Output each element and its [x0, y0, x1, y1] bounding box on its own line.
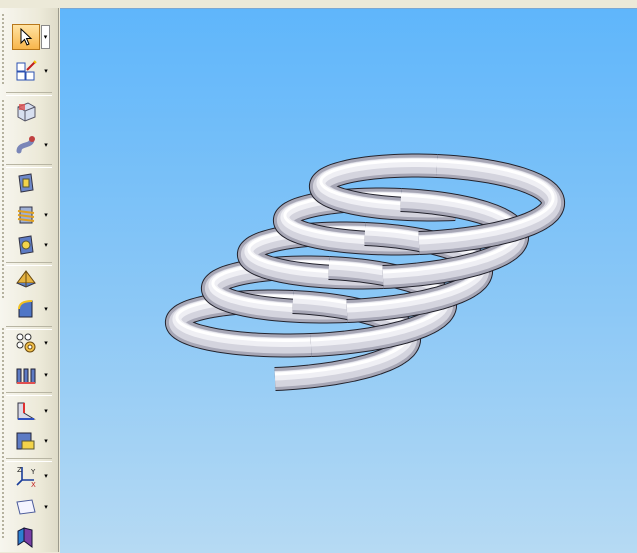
toolbar-separator	[6, 92, 52, 96]
sketch-icon[interactable]	[12, 58, 40, 84]
chevron-down-icon[interactable]: ▾	[42, 66, 50, 76]
chevron-down-icon[interactable]: ▾	[41, 25, 50, 49]
chevron-down-icon[interactable]: ▾	[42, 471, 50, 481]
shell-icon[interactable]	[12, 266, 40, 292]
pattern-icon[interactable]	[12, 330, 40, 356]
sweep-tool-button[interactable]: ▾	[10, 132, 50, 158]
hole-icon[interactable]	[12, 170, 40, 196]
3d-viewport[interactable]	[60, 8, 637, 553]
thread-icon[interactable]	[12, 202, 40, 228]
plane-tool-button[interactable]: ▾	[10, 494, 50, 520]
part-icon[interactable]	[12, 524, 40, 550]
toolbar-grip[interactable]	[2, 100, 4, 300]
thread-tool-button[interactable]: ▾	[10, 202, 50, 228]
cutout-icon[interactable]	[12, 232, 40, 258]
chevron-down-icon[interactable]: ▾	[42, 240, 50, 250]
svg-text:X: X	[31, 481, 36, 488]
pattern-tool-button[interactable]: ▾	[10, 330, 50, 356]
part-tool-button[interactable]	[10, 524, 50, 550]
extrude-tool-button[interactable]	[10, 98, 50, 124]
chevron-down-icon[interactable]: ▾	[42, 436, 50, 446]
rib-tool-button[interactable]: ▾	[10, 362, 50, 388]
chevron-down-icon[interactable]: ▾	[42, 140, 50, 150]
shell-tool-button[interactable]	[10, 266, 50, 292]
base-plane-icon[interactable]	[12, 428, 40, 454]
coordinate-system-icon[interactable]: ZYX	[12, 463, 40, 489]
helical-spring-model[interactable]	[60, 9, 637, 553]
chevron-down-icon[interactable]: ▾	[42, 370, 50, 380]
round-tool-button[interactable]: ▾	[10, 296, 50, 322]
sweep-icon[interactable]	[12, 132, 40, 158]
draft-icon[interactable]	[12, 398, 40, 424]
toolbar-separator	[6, 164, 52, 168]
draft-tool-button[interactable]: ▾	[10, 398, 50, 424]
base-plane-tool-button[interactable]: ▾	[10, 428, 50, 454]
features-toolbar: ▾ ▾ ▾ ▾ ▾ ▾ ▾ ▾ ▾ ▾ Z Y X ▾ ▾	[0, 8, 59, 552]
chevron-down-icon[interactable]: ▾	[42, 338, 50, 348]
toolbar-grip[interactable]	[2, 328, 4, 538]
chevron-down-icon[interactable]: ▾	[42, 210, 50, 220]
toolbar-grip[interactable]	[2, 14, 4, 86]
chevron-down-icon[interactable]: ▾	[42, 304, 50, 314]
select-tool-button[interactable]: ▾	[10, 24, 50, 50]
chevron-down-icon[interactable]: ▾	[42, 406, 50, 416]
svg-text:Z: Z	[17, 466, 22, 474]
rib-icon[interactable]	[12, 362, 40, 388]
extrude-icon[interactable]	[12, 98, 40, 124]
chevron-down-icon[interactable]: ▾	[42, 502, 50, 512]
round-icon[interactable]	[12, 296, 40, 322]
svg-text:Y: Y	[30, 468, 36, 476]
toolbar-separator	[6, 458, 52, 462]
top-strip	[0, 0, 637, 8]
plane-icon[interactable]	[12, 494, 40, 520]
coordinate-system-tool-button[interactable]: ZYX ▾	[10, 463, 50, 489]
select-arrow-icon[interactable]	[12, 24, 40, 50]
sketch-tool-button[interactable]: ▾	[10, 58, 50, 84]
hole-tool-button[interactable]	[10, 170, 50, 196]
cutout-tool-button[interactable]: ▾	[10, 232, 50, 258]
toolbar-separator	[6, 392, 52, 396]
